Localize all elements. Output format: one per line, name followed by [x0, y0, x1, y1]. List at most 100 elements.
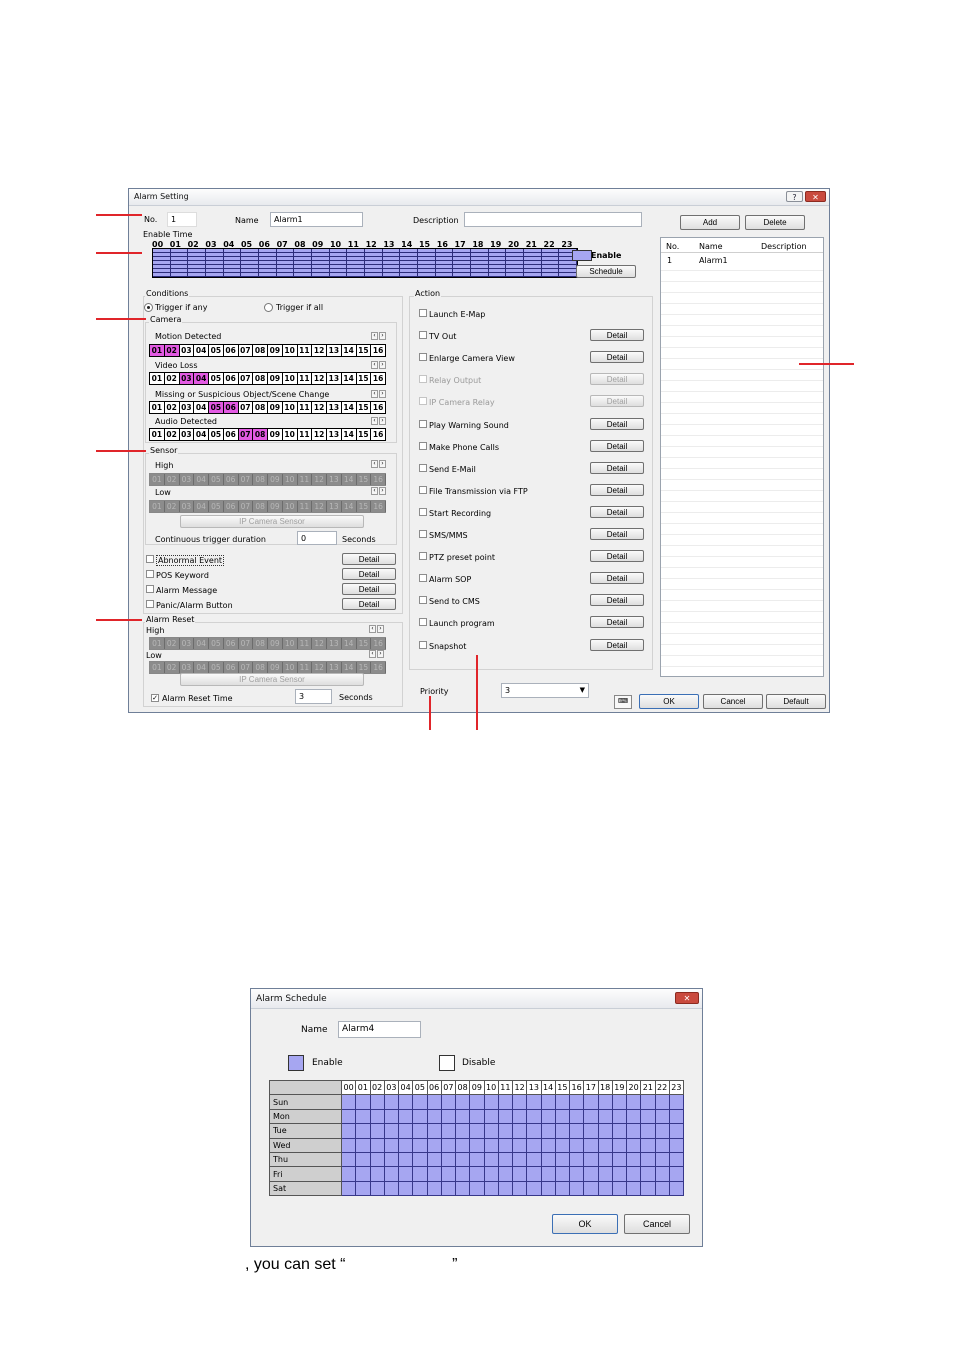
schedule-button[interactable]: Schedule: [576, 265, 636, 278]
schedule-cell[interactable]: [526, 1166, 542, 1182]
action-checkbox-4[interactable]: [419, 397, 427, 406]
sensor-low-arrows[interactable]: ‹ ›: [371, 487, 386, 495]
camera-09-toggle[interactable]: 09: [268, 345, 283, 356]
schedule-cell[interactable]: [540, 1094, 556, 1110]
schedule-cell[interactable]: [340, 1166, 357, 1182]
schedule-hour-16[interactable]: 16: [568, 1079, 585, 1096]
schedule-cell[interactable]: [426, 1123, 442, 1139]
schedule-hour-01[interactable]: 01: [355, 1079, 371, 1096]
camera-03-toggle[interactable]: 03: [179, 345, 195, 356]
schedule-cell[interactable]: [568, 1166, 585, 1182]
enable-cell[interactable]: [170, 273, 189, 277]
camera-08-toggle[interactable]: 08: [253, 373, 268, 384]
schedule-cell[interactable]: [611, 1166, 628, 1182]
schedule-cell[interactable]: [454, 1180, 471, 1197]
schedule-cell[interactable]: [640, 1180, 656, 1197]
schedule-cell[interactable]: [654, 1137, 670, 1153]
action-detail-button-12[interactable]: Detail: [590, 572, 644, 585]
schedule-cell[interactable]: [369, 1151, 385, 1168]
camera-06-toggle[interactable]: 06: [223, 429, 239, 440]
schedule-cell[interactable]: [397, 1180, 414, 1197]
schedule-cell[interactable]: [497, 1180, 514, 1197]
schedule-cell[interactable]: [611, 1151, 628, 1168]
schedule-cell[interactable]: [540, 1166, 556, 1182]
camera-16-toggle[interactable]: 16: [371, 429, 386, 440]
enable-cell[interactable]: [276, 273, 295, 277]
alarm-reset-time-checkbox[interactable]: ✓: [151, 694, 159, 702]
schedule-cell[interactable]: [454, 1094, 471, 1110]
schedule-name-field[interactable]: Alarm4: [338, 1021, 421, 1038]
schedule-hour-02[interactable]: 02: [369, 1079, 385, 1096]
schedule-cell[interactable]: [483, 1151, 499, 1168]
camera-05-toggle[interactable]: 05: [209, 373, 224, 384]
schedule-cell[interactable]: [469, 1137, 485, 1153]
action-detail-button-9[interactable]: Detail: [590, 505, 644, 518]
camera-05-toggle[interactable]: 05: [209, 429, 224, 440]
schedule-cell[interactable]: [369, 1094, 385, 1110]
schedule-cell[interactable]: [426, 1094, 442, 1110]
enable-cell[interactable]: [453, 273, 471, 277]
schedule-cell[interactable]: [426, 1108, 442, 1125]
schedule-cell[interactable]: [383, 1123, 400, 1139]
schedule-cell[interactable]: [483, 1094, 499, 1110]
schedule-cell[interactable]: [469, 1180, 485, 1197]
pos-keyword-checkbox[interactable]: [146, 570, 154, 578]
camera-11-toggle[interactable]: 11: [297, 429, 313, 440]
schedule-hour-06[interactable]: 06: [426, 1079, 442, 1096]
camera-01-toggle[interactable]: 01: [150, 402, 165, 413]
action-checkbox-2[interactable]: [419, 353, 427, 362]
schedule-cell[interactable]: [511, 1123, 528, 1139]
schedule-cell[interactable]: [454, 1137, 471, 1153]
action-detail-button-5[interactable]: Detail: [590, 417, 644, 430]
schedule-cell[interactable]: [355, 1094, 371, 1110]
schedule-cell[interactable]: [511, 1137, 528, 1153]
action-detail-button-6[interactable]: Detail: [590, 439, 644, 452]
schedule-cell[interactable]: [469, 1166, 485, 1182]
action-checkbox-5[interactable]: [419, 419, 427, 428]
camera-16-toggle[interactable]: 16: [371, 345, 386, 356]
schedule-day-wed[interactable]: Wed: [269, 1137, 342, 1153]
camera-01-toggle[interactable]: 01: [150, 345, 165, 356]
schedule-cell[interactable]: [554, 1094, 571, 1110]
camera-09-toggle[interactable]: 09: [268, 402, 283, 413]
schedule-cell[interactable]: [426, 1180, 442, 1197]
schedule-cell[interactable]: [668, 1137, 685, 1153]
schedule-hour-23[interactable]: 23: [668, 1079, 685, 1096]
schedule-cell[interactable]: [511, 1180, 528, 1197]
schedule-cell[interactable]: [511, 1094, 528, 1110]
schedule-cell[interactable]: [340, 1151, 357, 1168]
schedule-cell[interactable]: [454, 1151, 471, 1168]
reset-ip-camera-sensor-button[interactable]: IP Camera Sensor: [180, 673, 364, 686]
enable-cell[interactable]: [205, 273, 224, 277]
camera-04-toggle[interactable]: 04: [194, 429, 209, 440]
camera-02-toggle[interactable]: 02: [164, 402, 180, 413]
schedule-hour-04[interactable]: 04: [397, 1079, 414, 1096]
schedule-cell[interactable]: [412, 1094, 428, 1110]
schedule-grid[interactable]: 00 01 02 03 04 05 06 07 08 09 10 11 12 13 14 15 16 17 18 19…: [269, 1079, 685, 1197]
action-detail-button-8[interactable]: Detail: [590, 483, 644, 496]
schedule-cell[interactable]: [440, 1094, 457, 1110]
schedule-cell[interactable]: [611, 1180, 628, 1197]
action-checkbox-1[interactable]: [419, 331, 427, 340]
missing-object-camera-row[interactable]: 01 02 03 04 05 06 07 08 09 10 11 12 13 14 15 16: [149, 401, 386, 414]
schedule-cell[interactable]: [426, 1137, 442, 1153]
schedule-cell[interactable]: [340, 1094, 357, 1110]
schedule-day-sun[interactable]: Sun: [269, 1094, 342, 1110]
schedule-cell[interactable]: [355, 1123, 371, 1139]
schedule-cell[interactable]: [625, 1123, 642, 1139]
enable-cell[interactable]: [258, 273, 277, 277]
camera-04-toggle[interactable]: 04: [194, 345, 209, 356]
action-detail-button-3[interactable]: Detail: [590, 373, 644, 386]
camera-04-toggle[interactable]: 04: [194, 373, 209, 384]
add-button[interactable]: Add: [680, 215, 740, 230]
schedule-cell[interactable]: [654, 1166, 670, 1182]
schedule-cell[interactable]: [426, 1166, 442, 1182]
default-button[interactable]: Default: [766, 694, 826, 709]
schedule-cell[interactable]: [640, 1151, 656, 1168]
action-checkbox-6[interactable]: [419, 441, 427, 450]
camera-16-toggle[interactable]: 16: [371, 373, 386, 384]
camera-14-toggle[interactable]: 14: [341, 402, 357, 413]
trigger-any-radio[interactable]: [144, 303, 153, 312]
schedule-cell[interactable]: [597, 1108, 613, 1125]
schedule-hour-09[interactable]: 09: [469, 1079, 485, 1096]
